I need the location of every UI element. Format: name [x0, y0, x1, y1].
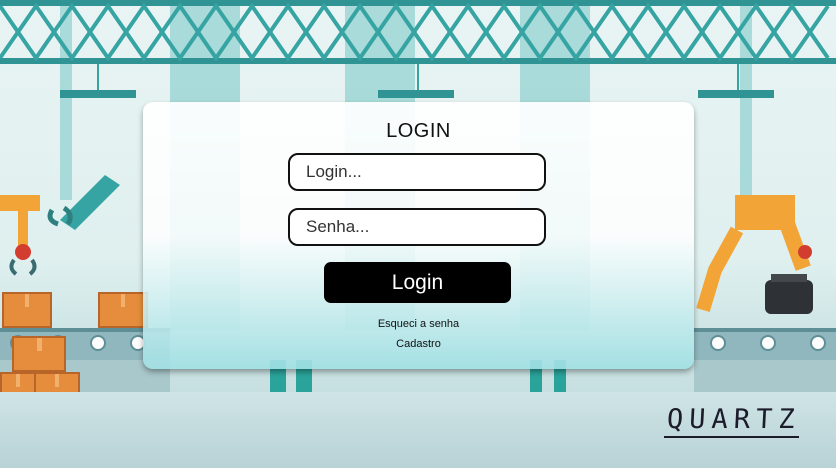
roller: [710, 335, 726, 351]
cardboard-box: [2, 292, 52, 328]
login-button[interactable]: Login: [324, 262, 511, 303]
login-card: LOGIN Login Esqueci a senha Cadastro: [143, 102, 694, 369]
brand-logo: QUARTZ: [666, 404, 802, 435]
roof-truss: [0, 0, 836, 64]
cardboard-box: [12, 336, 66, 372]
login-input[interactable]: [288, 153, 546, 191]
login-title: LOGIN: [386, 120, 451, 142]
brand-logo-underline: [664, 436, 799, 438]
password-input[interactable]: [288, 208, 546, 246]
factory-background: LOGIN Login Esqueci a senha Cadastro QUA…: [0, 0, 836, 468]
roller: [90, 335, 106, 351]
register-link[interactable]: Cadastro: [143, 338, 694, 350]
roller: [760, 335, 776, 351]
lamp-cable: [417, 64, 419, 90]
lamp-cable: [737, 64, 739, 90]
robot-arm-left: [0, 175, 120, 276]
roller: [810, 335, 826, 351]
forgot-password-link[interactable]: Esqueci a senha: [143, 318, 694, 330]
lamp-cable: [97, 64, 99, 90]
cardboard-box: [98, 292, 148, 328]
lamp: [378, 90, 454, 98]
robot-arm-right: [696, 195, 813, 314]
lamp: [698, 90, 774, 98]
lamp: [60, 90, 136, 98]
